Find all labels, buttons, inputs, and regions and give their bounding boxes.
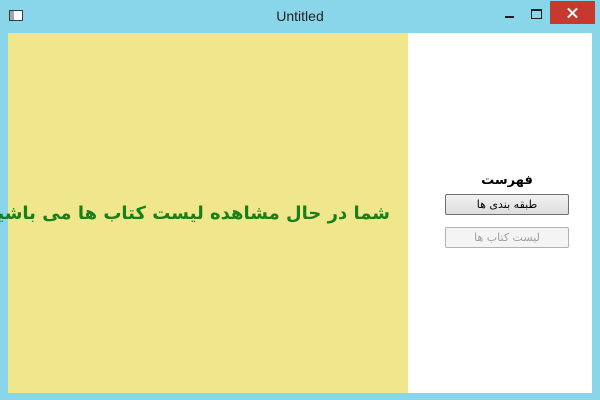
title-bar[interactable]: Untitled bbox=[0, 0, 600, 33]
status-message: شما در حال مشاهده لیست کتاب ها می باشید bbox=[0, 203, 390, 224]
app-window: Untitled شما در حال مشاهده لیست کتاب ها … bbox=[0, 0, 600, 400]
content-pane: شما در حال مشاهده لیست کتاب ها می باشید bbox=[0, 33, 408, 393]
minimize-button[interactable] bbox=[496, 3, 522, 24]
close-button[interactable] bbox=[550, 1, 595, 24]
book-list-button: لیست کتاب ها bbox=[445, 227, 569, 248]
window-content: شما در حال مشاهده لیست کتاب ها می باشید … bbox=[0, 33, 592, 393]
menu-heading: فهرست bbox=[481, 173, 533, 188]
maximize-button[interactable] bbox=[523, 3, 549, 24]
categories-button[interactable]: طبقه بندی ها bbox=[445, 194, 569, 215]
